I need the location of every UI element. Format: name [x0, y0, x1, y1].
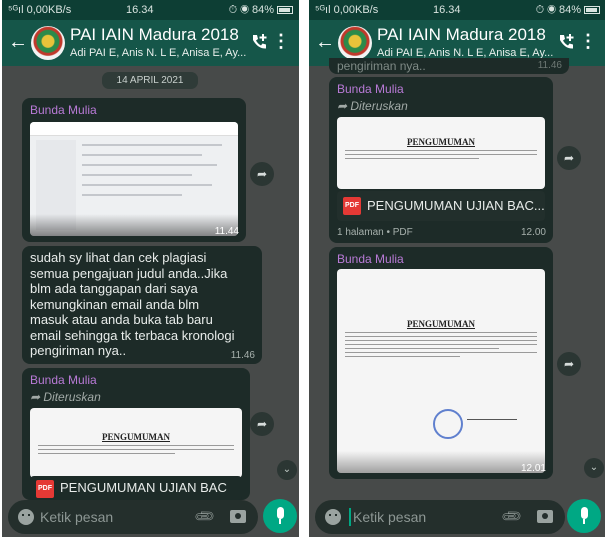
- text-message-partial[interactable]: pengiriman nya.. 11.46: [329, 58, 569, 74]
- sender-name[interactable]: Bunda Mulia: [30, 373, 97, 387]
- group-avatar[interactable]: [31, 26, 65, 60]
- document-heading: PENGUMUMAN: [102, 432, 170, 442]
- message-time: 11.46: [537, 60, 562, 71]
- message-time: 12.00: [520, 227, 546, 238]
- arrow-back-icon[interactable]: ←: [8, 31, 28, 54]
- chevron-double-down-icon[interactable]: ⌄: [277, 460, 297, 480]
- message-input[interactable]: Ketik pesan 📎︎: [8, 500, 258, 534]
- left-screenshot: ⁵ᴳıl 0,00KB/s 16.34 ⏱ ◉ 84% ← PAI IAIN M…: [2, 0, 299, 537]
- document-message[interactable]: Bunda Mulia ➦ Diteruskan PENGUMUMAN PDF …: [329, 77, 553, 243]
- battery-icon: [277, 6, 293, 15]
- status-icons: ⏱ ◉ 84%: [536, 4, 600, 17]
- clock: 16.34: [126, 4, 154, 16]
- sender-name[interactable]: Bunda Mulia: [30, 103, 97, 117]
- paperclip-icon[interactable]: 📎︎: [500, 504, 525, 529]
- right-screenshot: ⁵ᴳıl 0,00KB/s 16.34 ⏱ ◉ 84% ← PAI IAIN M…: [309, 0, 605, 537]
- status-bar: ⁵ᴳıl 0,00KB/s 16.34 ⏱ ◉ 84%: [2, 0, 299, 20]
- document-message[interactable]: Bunda Mulia ➦ Diteruskan PENGUMUMAN PDF …: [22, 368, 250, 500]
- chevron-double-down-icon[interactable]: ⌄: [584, 458, 604, 478]
- pdf-icon: PDF: [36, 480, 54, 498]
- forwarded-label: ➦ Diteruskan: [30, 390, 101, 404]
- status-icons: ⏱ ◉ 84%: [229, 4, 293, 17]
- battery-icon: [584, 6, 600, 15]
- message-time: 11.46: [230, 350, 255, 361]
- file-name: PENGUMUMAN UJIAN BAC: [60, 480, 227, 495]
- document-heading: PENGUMUMAN: [407, 319, 475, 329]
- pdf-file-row[interactable]: PDF PENGUMUMAN UJIAN BAC: [30, 476, 242, 500]
- paperclip-icon[interactable]: 📎︎: [193, 504, 218, 529]
- mic-button[interactable]: [567, 499, 601, 533]
- pdf-icon: PDF: [343, 197, 361, 215]
- pdf-file-row[interactable]: PDF PENGUMUMAN UJIAN BAC...: [337, 191, 545, 221]
- document-preview[interactable]: PENGUMUMAN: [30, 408, 242, 478]
- message-time: 12.01: [520, 463, 546, 474]
- message-input[interactable]: Ketik pesan 📎︎: [315, 500, 565, 534]
- input-placeholder[interactable]: Ketik pesan: [353, 509, 426, 525]
- mic-icon: [581, 507, 588, 519]
- document-preview[interactable]: PENGUMUMAN: [337, 117, 545, 189]
- add-call-icon[interactable]: [249, 32, 269, 52]
- camera-icon[interactable]: [537, 510, 553, 523]
- signal-text: ⁵ᴳıl 0,00KB/s: [8, 4, 72, 16]
- arrow-back-icon[interactable]: ←: [315, 31, 335, 54]
- more-vert-icon[interactable]: ⋮: [579, 32, 597, 50]
- chat-title[interactable]: PAI IAIN Madura 2018: [377, 25, 546, 45]
- file-meta: 1 halaman • PDF: [337, 227, 413, 238]
- document-heading: PENGUMUMAN: [407, 137, 475, 147]
- message-time: 11.44: [214, 226, 239, 237]
- date-separator: 14 APRIL 2021: [102, 72, 198, 89]
- input-placeholder[interactable]: Ketik pesan: [40, 509, 113, 525]
- chat-title[interactable]: PAI IAIN Madura 2018: [70, 25, 239, 45]
- image-message[interactable]: Bunda Mulia 11.44: [22, 98, 246, 242]
- add-call-icon[interactable]: [556, 32, 576, 52]
- sender-name[interactable]: Bunda Mulia: [337, 82, 404, 96]
- stamp-image: [433, 409, 463, 439]
- text-message[interactable]: sudah sy lihat dan cek plagiasi semua pe…: [22, 246, 262, 364]
- camera-icon[interactable]: [230, 510, 246, 523]
- message-text: sudah sy lihat dan cek plagiasi semua pe…: [30, 250, 235, 358]
- image-message[interactable]: Bunda Mulia PENGUMUMAN 12.01: [329, 247, 553, 479]
- sender-name[interactable]: Bunda Mulia: [337, 252, 404, 266]
- status-bar: ⁵ᴳıl 0,00KB/s 16.34 ⏱ ◉ 84%: [309, 0, 605, 20]
- emoji-icon[interactable]: [325, 509, 341, 525]
- forward-icon[interactable]: ➦: [557, 352, 581, 376]
- emoji-icon[interactable]: [18, 509, 34, 525]
- mic-icon: [277, 507, 284, 519]
- forward-icon[interactable]: ➦: [557, 146, 581, 170]
- chat-members[interactable]: Adi PAI E, Anis N. L E, Anisa E, Ay...: [70, 47, 246, 59]
- email-screenshot-image[interactable]: [30, 122, 238, 236]
- text-cursor: [349, 508, 351, 526]
- forward-icon[interactable]: ➦: [250, 162, 274, 186]
- file-name: PENGUMUMAN UJIAN BAC...: [367, 198, 545, 213]
- forwarded-label: ➦ Diteruskan: [337, 99, 408, 113]
- forward-icon[interactable]: ➦: [250, 412, 274, 436]
- mic-button[interactable]: [263, 499, 297, 533]
- group-avatar[interactable]: [338, 26, 372, 60]
- message-text: pengiriman nya..: [337, 59, 426, 73]
- announcement-image[interactable]: PENGUMUMAN: [337, 269, 545, 473]
- signal-text: ⁵ᴳıl 0,00KB/s: [315, 4, 379, 16]
- clock: 16.34: [433, 4, 461, 16]
- more-vert-icon[interactable]: ⋮: [272, 32, 290, 50]
- chat-header: ← PAI IAIN Madura 2018 Adi PAI E, Anis N…: [2, 20, 299, 66]
